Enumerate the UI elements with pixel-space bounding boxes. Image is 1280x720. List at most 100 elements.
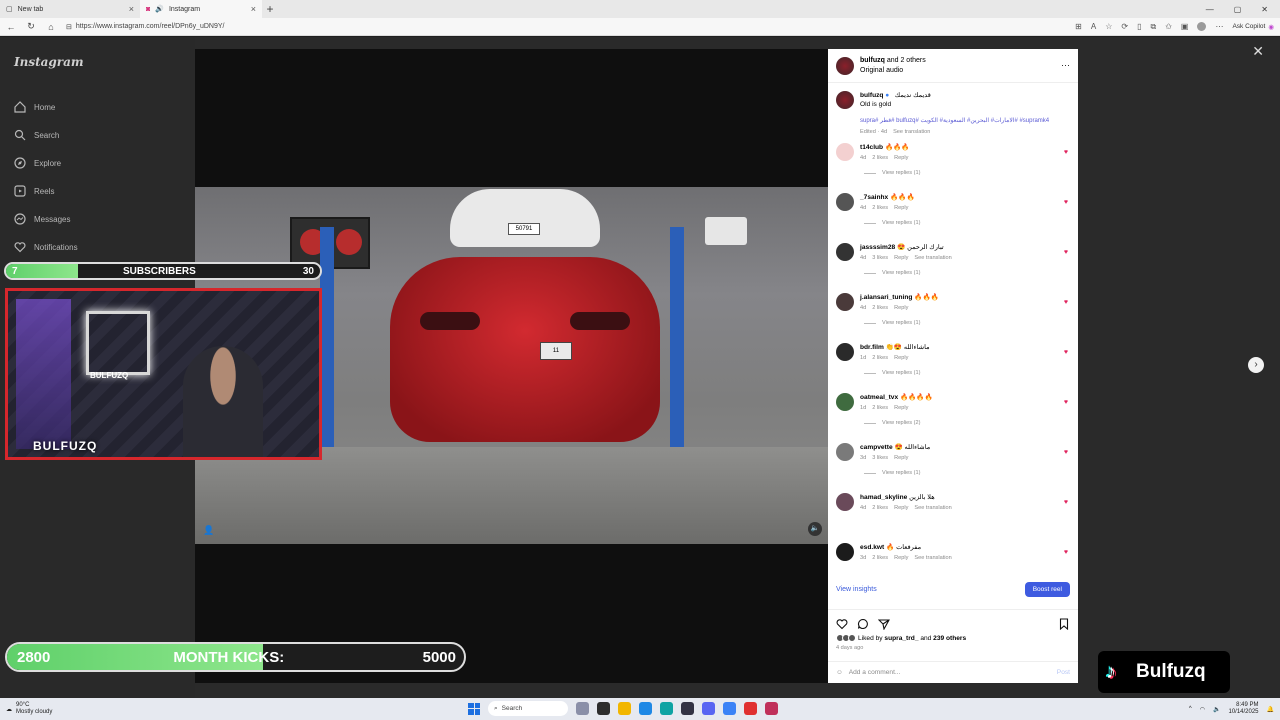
commenter-username[interactable]: t14club (860, 144, 883, 151)
commenter-username[interactable]: _7sainhx (860, 194, 888, 201)
audio-label[interactable]: Original audio (860, 66, 926, 76)
comment-icon[interactable] (857, 618, 869, 630)
url-field[interactable]: ⊟ https://www.instagram.com/reel/DPn6y_u… (66, 23, 225, 31)
commenter-username[interactable]: bdr.film (860, 344, 884, 351)
edge-icon[interactable] (639, 702, 652, 715)
copilot-button[interactable]: Ask Copilot ◉ (1232, 23, 1274, 31)
see-translation-link[interactable]: See translation (914, 555, 951, 561)
view-replies-link[interactable]: View replies (1) (860, 469, 1070, 478)
commenter-avatar[interactable] (836, 442, 854, 461)
app-available-icon[interactable]: ⊞ (1075, 22, 1082, 31)
close-window-icon[interactable]: ✕ (1261, 5, 1268, 14)
reply-link[interactable]: Reply (894, 455, 908, 461)
read-aloud-icon[interactable]: A (1091, 22, 1096, 31)
split-screen-icon[interactable]: ▯ (1137, 22, 1141, 31)
start-windows-icon[interactable] (468, 702, 480, 715)
discord-icon[interactable] (702, 702, 715, 715)
commenter-username[interactable]: j.alansari_tuning (860, 294, 912, 301)
more-options-icon[interactable]: ⋯ (1061, 60, 1070, 71)
nav-notifications[interactable]: Notifications (14, 233, 181, 261)
comments-list[interactable]: bulfuzq ● قديمك نديمك Old is gold supra#… (828, 83, 1078, 575)
caption-username[interactable]: bulfuzq (860, 92, 883, 99)
see-translation-link[interactable]: See translation (893, 129, 930, 135)
commenter-username[interactable]: hamad_skyline (860, 494, 907, 501)
commenter-avatar[interactable] (836, 242, 854, 261)
caption-hashtags[interactable]: supra# قطر# bulfuzq# الامارات# البحرين# … (860, 117, 1070, 126)
commenter-avatar[interactable] (836, 492, 854, 511)
close-tab-icon[interactable]: × (251, 4, 256, 14)
commenter-username[interactable]: oatmeal_tvx (860, 394, 898, 401)
wifi-icon[interactable]: ◠ (1200, 706, 1205, 713)
commenter-avatar[interactable] (836, 192, 854, 211)
commenter-avatar[interactable] (836, 542, 854, 561)
extensions-icon[interactable]: ⧉ (1150, 22, 1156, 32)
next-arrow-icon[interactable]: › (1248, 357, 1264, 373)
nav-explore[interactable]: Explore (14, 149, 181, 177)
tab-instagram[interactable]: ◙ 🔊 Instagram × (140, 0, 262, 18)
reply-link[interactable]: Reply (894, 555, 908, 561)
comment-like-heart-icon[interactable]: ♥ (1064, 149, 1068, 156)
reply-link[interactable]: Reply (894, 155, 908, 161)
view-replies-link[interactable]: View replies (1) (860, 319, 1070, 328)
caption-avatar[interactable] (836, 91, 854, 109)
view-insights-link[interactable]: View insights (836, 586, 877, 593)
home-icon[interactable]: ⌂ (46, 22, 56, 32)
reply-link[interactable]: Reply (894, 505, 908, 511)
collections-icon[interactable]: ▣ (1181, 22, 1189, 31)
comment-likes[interactable]: 3 likes (872, 455, 888, 461)
new-tab-button[interactable]: + (262, 2, 278, 16)
view-replies-link[interactable]: View replies (1) (860, 219, 1070, 228)
emoji-icon[interactable]: ☺ (836, 669, 843, 676)
commenter-avatar[interactable] (836, 342, 854, 361)
commenter-avatar[interactable] (836, 292, 854, 311)
reply-link[interactable]: Reply (894, 405, 908, 411)
tiktok-app-icon[interactable] (744, 702, 757, 715)
tagged-user-icon[interactable]: 👤 (203, 525, 214, 536)
nav-reels[interactable]: Reels (14, 177, 181, 205)
comment-likes[interactable]: 3 likes (872, 255, 888, 261)
close-icon[interactable]: ✕ (1252, 43, 1264, 60)
liker-avatars[interactable] (836, 634, 856, 642)
audio-toggle-icon[interactable]: 🔈 (808, 522, 822, 536)
comment-likes[interactable]: 2 likes (872, 355, 888, 361)
site-info-icon[interactable]: ⊟ (66, 23, 72, 31)
comment-like-heart-icon[interactable]: ♥ (1064, 399, 1068, 406)
comment-likes[interactable]: 2 likes (872, 305, 888, 311)
view-replies-link[interactable]: View replies (1) (860, 169, 1070, 178)
comment-like-heart-icon[interactable]: ♥ (1064, 349, 1068, 356)
commenter-username[interactable]: jassssim28 (860, 244, 895, 251)
steam-icon[interactable] (681, 702, 694, 715)
coauthors-text[interactable]: and 2 others (885, 57, 926, 64)
share-icon[interactable] (878, 618, 890, 630)
store-icon[interactable] (660, 702, 673, 715)
comment-likes[interactable]: 2 likes (872, 505, 888, 511)
favorite-star-icon[interactable]: ☆ (1105, 22, 1112, 31)
liked-by-user[interactable]: supra_trd_ (884, 635, 918, 642)
weather-widget[interactable]: 90°C Mostly cloudy (16, 702, 52, 716)
reply-link[interactable]: Reply (894, 205, 908, 211)
taskbar-search[interactable]: ⌕ Search (488, 701, 568, 716)
reply-link[interactable]: Reply (894, 355, 908, 361)
reply-link[interactable]: Reply (894, 255, 908, 261)
tab-new-tab[interactable]: ▢ New tab × (0, 0, 140, 18)
nav-messages[interactable]: Messages (14, 205, 181, 233)
comment-likes[interactable]: 2 likes (872, 405, 888, 411)
commenter-username[interactable]: campvette (860, 444, 893, 451)
comment-like-heart-icon[interactable]: ♥ (1064, 299, 1068, 306)
more-icon[interactable]: ⋯ (1215, 22, 1223, 31)
author-avatar[interactable] (836, 56, 854, 75)
post-comment-button[interactable]: Post (1057, 669, 1070, 676)
minimize-icon[interactable]: — (1206, 5, 1214, 14)
add-comment-input[interactable]: Add a comment... (849, 669, 901, 676)
clock[interactable]: 8:49 PM 10/14/2025 (1228, 702, 1258, 716)
back-icon[interactable]: ← (6, 22, 16, 32)
profile-avatar[interactable] (1197, 22, 1207, 31)
instagram-logo[interactable]: Instagram (14, 55, 181, 69)
comment-like-heart-icon[interactable]: ♥ (1064, 199, 1068, 206)
comment-like-heart-icon[interactable]: ♥ (1064, 449, 1068, 456)
refresh-icon[interactable]: ↻ (26, 21, 36, 32)
weather-icon[interactable]: ☁ (6, 706, 12, 713)
comment-like-heart-icon[interactable]: ♥ (1064, 499, 1068, 506)
comment-likes[interactable]: 2 likes (872, 205, 888, 211)
view-replies-link[interactable]: View replies (2) (860, 419, 1070, 428)
